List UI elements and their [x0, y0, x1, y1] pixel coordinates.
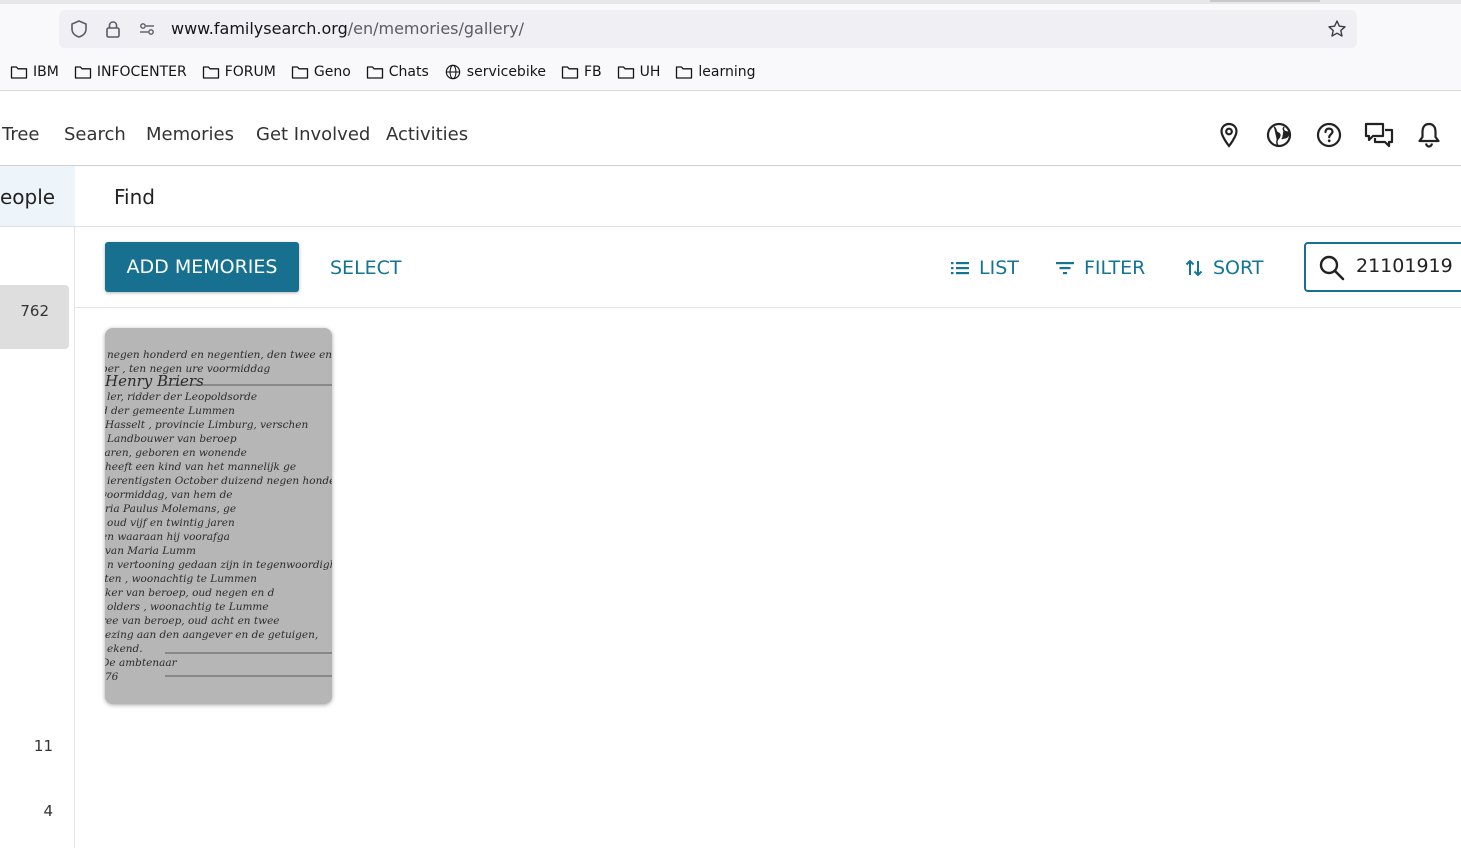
lock-icon[interactable] — [103, 19, 123, 39]
help-icon[interactable] — [1315, 121, 1343, 149]
folder-icon — [366, 66, 383, 79]
search-input[interactable]: 21101919 — [1304, 242, 1461, 292]
document-line: ler, ridder der Leopoldsorde — [107, 391, 257, 403]
document-line: lten , woonachtig te Lummen — [105, 573, 257, 585]
chat-icon[interactable] — [1364, 121, 1394, 149]
globe-icon[interactable] — [1265, 121, 1293, 149]
bookmark-label: learning — [698, 64, 756, 80]
document-line: ekend. — [107, 643, 143, 655]
document-line: ree van beroep, oud acht en twee — [105, 615, 280, 627]
map-pin-icon[interactable] — [1215, 121, 1243, 149]
document-line: Landbouwer van beroep — [106, 433, 237, 445]
bookmark-label: FORUM — [224, 64, 276, 80]
nav-activities[interactable]: Activities — [386, 124, 468, 145]
document-line: oud vijf en twintig jaren — [107, 517, 235, 529]
folder-icon — [74, 66, 91, 79]
tab-people[interactable]: eople — [0, 166, 75, 226]
sidebar-item-selected[interactable]: 762 — [0, 285, 69, 349]
bookmark-label: FB — [583, 64, 602, 80]
bookmark-chats[interactable]: Chats — [366, 64, 429, 80]
browser-toolbar: www.familysearch.org/en/memories/gallery… — [0, 0, 1461, 91]
gallery-toolbar: ADD MEMORIES SELECT LIST FILTER SORT 211… — [75, 227, 1461, 308]
add-memories-button[interactable]: ADD MEMORIES — [105, 242, 299, 292]
document-line: Henry Briers — [105, 372, 204, 390]
bookmark-geno[interactable]: Geno — [291, 64, 351, 80]
folder-icon — [202, 66, 219, 79]
globe-icon — [445, 64, 461, 80]
document-line: ria Paulus Molemans, ge — [105, 503, 236, 515]
document-line: van Maria Lumm — [105, 545, 196, 557]
document-line: olders , woonachtig te Lumme — [107, 601, 269, 613]
list-label: LIST — [979, 257, 1019, 279]
nav-tree[interactable]: Tree — [2, 124, 40, 145]
sidebar-count: 762 — [20, 302, 49, 320]
sort-label: SORT — [1213, 257, 1264, 279]
folder-icon — [617, 66, 634, 79]
document-line: laren, geboren en wonende — [105, 447, 247, 459]
bookmark-forum[interactable]: FORUM — [202, 64, 276, 80]
folder-icon — [676, 66, 693, 79]
sub-nav: eople Find — [0, 166, 1461, 227]
document-line: n vertooning gedaan zijn in tegenwoordig… — [107, 559, 332, 571]
tab-people-label: eople — [0, 185, 56, 209]
bookmark-infocenter[interactable]: INFOCENTER — [74, 64, 187, 80]
nav-get-involved[interactable]: Get Involved — [256, 124, 370, 145]
sidebar-count[interactable]: 4 — [43, 802, 53, 820]
filter-icon — [1056, 262, 1074, 275]
bookmark-label: INFOCENTER — [96, 64, 187, 80]
document-line: voormiddag, van hem de — [105, 489, 233, 501]
bookmark-label: UH — [639, 64, 661, 80]
tab-indicator — [1210, 0, 1320, 2]
bookmark-servicebike[interactable]: servicebike — [444, 64, 546, 80]
folder-icon — [291, 66, 309, 79]
search-value: 21101919 — [1356, 255, 1453, 277]
list-icon — [951, 262, 969, 275]
bookmark-label: Geno — [313, 64, 351, 80]
bookmark-fb[interactable]: FB — [561, 64, 602, 80]
address-bar[interactable]: www.familysearch.org/en/memories/gallery… — [59, 10, 1357, 48]
url-host: www.familysearch.org — [171, 19, 348, 38]
search-icon — [1319, 255, 1345, 281]
document-line: negen honderd en negentien, den twee en … — [107, 349, 332, 361]
document-line: Hasselt , provincie Limburg, verschen — [105, 419, 309, 431]
filter-sidebar: 762 11 4 — [0, 227, 75, 848]
document-line: De ambtenaar — [105, 657, 178, 669]
nav-memories[interactable]: Memories — [146, 124, 234, 145]
document-line: ker van beroep, oud negen en d — [105, 587, 275, 599]
bookmark-label: servicebike — [466, 64, 546, 80]
document-line: heeft een kind van het mannelijk ge — [105, 461, 296, 473]
bookmark-label: Chats — [388, 64, 429, 80]
bookmark-ibm[interactable]: IBM — [10, 64, 59, 80]
bookmark-learning[interactable]: learning — [675, 64, 756, 80]
bookmarks-bar: IBM INFOCENTER FORUM Geno Chats servicebike FB… — [10, 60, 771, 84]
folder-icon — [10, 66, 28, 79]
filter-button[interactable]: FILTER — [1055, 257, 1145, 279]
document-line: en waaraan hij voorafga — [105, 531, 230, 543]
url-text[interactable]: www.familysearch.org/en/memories/gallery… — [171, 19, 524, 39]
url-path: /en/memories/gallery/ — [347, 19, 525, 38]
permissions-icon[interactable] — [137, 19, 157, 39]
list-view-button[interactable]: LIST — [950, 257, 1019, 279]
document-line: d der gemeente Lummen — [105, 405, 235, 417]
bookmark-label: IBM — [33, 64, 59, 80]
sort-button[interactable]: SORT — [1184, 257, 1263, 279]
bookmark-uh[interactable]: UH — [617, 64, 661, 80]
memory-card[interactable]: negen honderd en negentien, den twee en … — [105, 328, 332, 704]
sort-icon — [1185, 259, 1203, 277]
bookmark-star-icon[interactable] — [1327, 19, 1347, 39]
sidebar-count[interactable]: 11 — [34, 737, 53, 755]
nav-search[interactable]: Search — [64, 124, 126, 145]
document-line: 76 — [105, 671, 119, 683]
shield-icon[interactable] — [69, 19, 89, 39]
document-line: ezing aan den aangever en de getuigen, — [105, 629, 318, 641]
select-button[interactable]: SELECT — [330, 257, 402, 279]
filter-label: FILTER — [1084, 257, 1146, 279]
folder-icon — [561, 66, 579, 79]
document-thumbnail: negen honderd en negentien, den twee en … — [105, 328, 332, 704]
bell-icon[interactable] — [1416, 121, 1442, 149]
main-nav: Tree Search Memories Get Involved Activi… — [0, 91, 1461, 166]
tab-find[interactable]: Find — [114, 185, 155, 209]
document-line: ierentigsten October duizend negen honde… — [107, 475, 332, 487]
